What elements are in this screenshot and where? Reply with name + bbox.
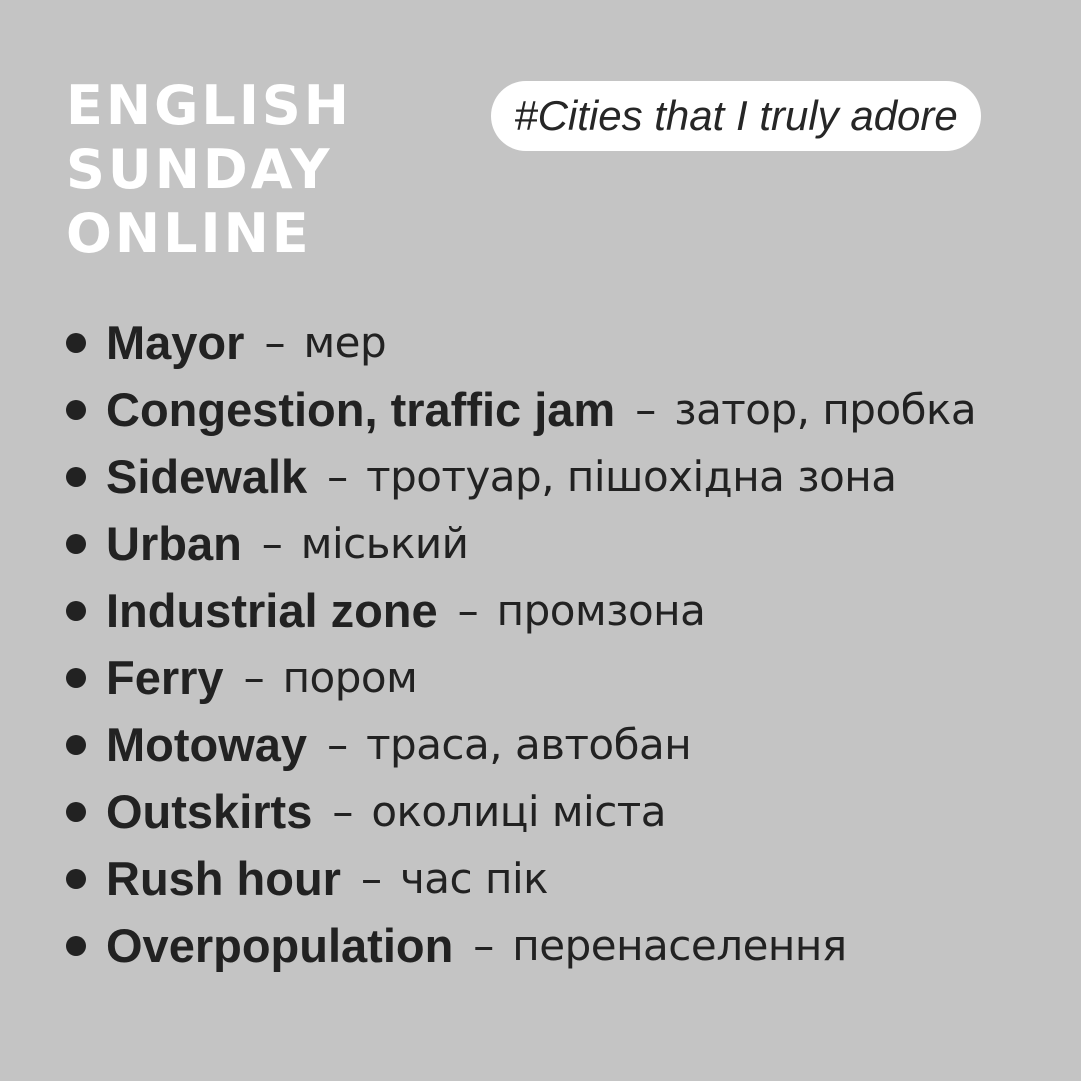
term-separator: – (327, 452, 349, 501)
vocabulary-term: Motoway (106, 718, 308, 771)
bullet-icon (66, 935, 86, 956)
vocabulary-translation: околиці міста (371, 787, 667, 836)
vocabulary-item: Ferry – пором (66, 644, 976, 711)
vocabulary-term: Overpopulation (106, 919, 454, 972)
vocabulary-list: Mayor – мер Congestion, traffic jam – за… (66, 309, 977, 979)
vocabulary-translation: затор, пробка (674, 385, 977, 434)
vocabulary-item: Urban – міський (66, 510, 976, 577)
vocabulary-term: Outskirts (106, 785, 313, 838)
topic-hashtag-pill: #Cities that I truly adore (491, 81, 981, 151)
vocabulary-translation: промзона (496, 586, 706, 635)
brand-line-sunday: SUNDAY (66, 138, 333, 201)
bullet-icon (66, 466, 86, 487)
bullet-icon (66, 734, 86, 755)
vocabulary-translation: час пік (399, 854, 549, 903)
term-separator: – (473, 921, 495, 970)
term-separator: – (261, 519, 283, 568)
vocabulary-term: Industrial zone (106, 584, 438, 637)
vocabulary-item: Congestion, traffic jam – затор, пробка (66, 376, 977, 443)
vocabulary-item: Motoway – траса, автобан (66, 711, 976, 778)
vocabulary-translation: тротуар, пішохідна зона (366, 452, 897, 501)
topic-hashtag-text: #Cities that I truly adore (514, 92, 958, 139)
term-separator: – (327, 720, 349, 769)
vocabulary-term: Congestion, traffic jam (106, 383, 616, 436)
term-separator: – (332, 787, 354, 836)
vocabulary-term: Sidewalk (106, 450, 308, 503)
bullet-icon (66, 801, 86, 822)
term-separator: – (457, 586, 479, 635)
vocabulary-item: Outskirts – околиці міста (66, 778, 976, 845)
vocabulary-term: Ferry (106, 651, 224, 704)
bullet-icon (66, 533, 86, 554)
bullet-icon (66, 600, 86, 621)
vocabulary-translation: мер (303, 318, 387, 367)
bullet-icon (66, 399, 86, 420)
term-separator: – (360, 854, 382, 903)
bullet-icon (66, 868, 86, 889)
term-separator: – (635, 385, 657, 434)
bullet-icon (66, 667, 86, 688)
brand-logo-text: ENGLISH SUNDAY ONLINE (66, 74, 352, 266)
vocabulary-term: Rush hour (106, 852, 341, 905)
brand-line-online: ONLINE (66, 202, 312, 265)
vocabulary-translation: траса, автобан (366, 720, 692, 769)
term-separator: – (264, 318, 286, 367)
brand-line-english: ENGLISH (66, 74, 352, 137)
vocabulary-item: Overpopulation – перенаселення (66, 912, 976, 979)
vocabulary-item: Mayor – мер (66, 309, 976, 376)
vocabulary-translation: міський (300, 519, 469, 568)
bullet-icon (66, 332, 86, 353)
vocabulary-item: Rush hour – час пік (66, 845, 976, 912)
vocabulary-translation: пором (282, 653, 418, 702)
vocabulary-item: Sidewalk – тротуар, пішохідна зона (66, 443, 976, 510)
vocabulary-item: Industrial zone – промзона (66, 577, 976, 644)
vocabulary-term: Urban (106, 517, 242, 570)
vocabulary-term: Mayor (106, 316, 245, 369)
term-separator: – (243, 653, 265, 702)
vocabulary-translation: перенаселення (512, 921, 847, 970)
